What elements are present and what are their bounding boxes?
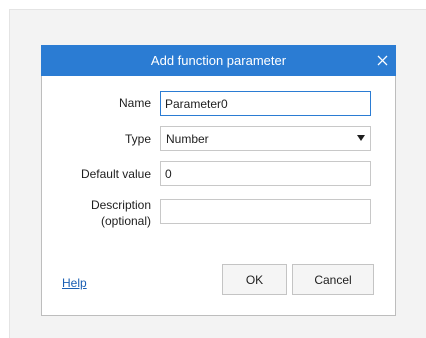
description-optional-label: (optional)	[100, 214, 151, 228]
dialog-titlebar: Add function parameter	[41, 45, 396, 76]
dropdown-triangle-icon	[357, 135, 365, 141]
dialog-title: Add function parameter	[150, 53, 287, 68]
cancel-button[interactable]: Cancel	[292, 264, 374, 295]
name-label: Name	[118, 96, 151, 110]
add-function-parameter-dialog: Add function parameter Name Type Number …	[41, 45, 396, 316]
default-value-label: Default value	[80, 167, 151, 181]
name-input[interactable]	[160, 91, 371, 116]
default-value-input[interactable]	[160, 161, 371, 186]
type-label: Type	[124, 132, 151, 146]
close-button[interactable]	[368, 45, 396, 76]
description-label: Description	[90, 198, 151, 212]
type-selected-value: Number	[166, 132, 209, 146]
description-input[interactable]	[160, 199, 371, 224]
close-icon	[377, 55, 387, 66]
ok-button[interactable]: OK	[222, 264, 287, 295]
type-select[interactable]: Number	[160, 126, 371, 151]
help-link[interactable]: Help	[62, 276, 87, 290]
